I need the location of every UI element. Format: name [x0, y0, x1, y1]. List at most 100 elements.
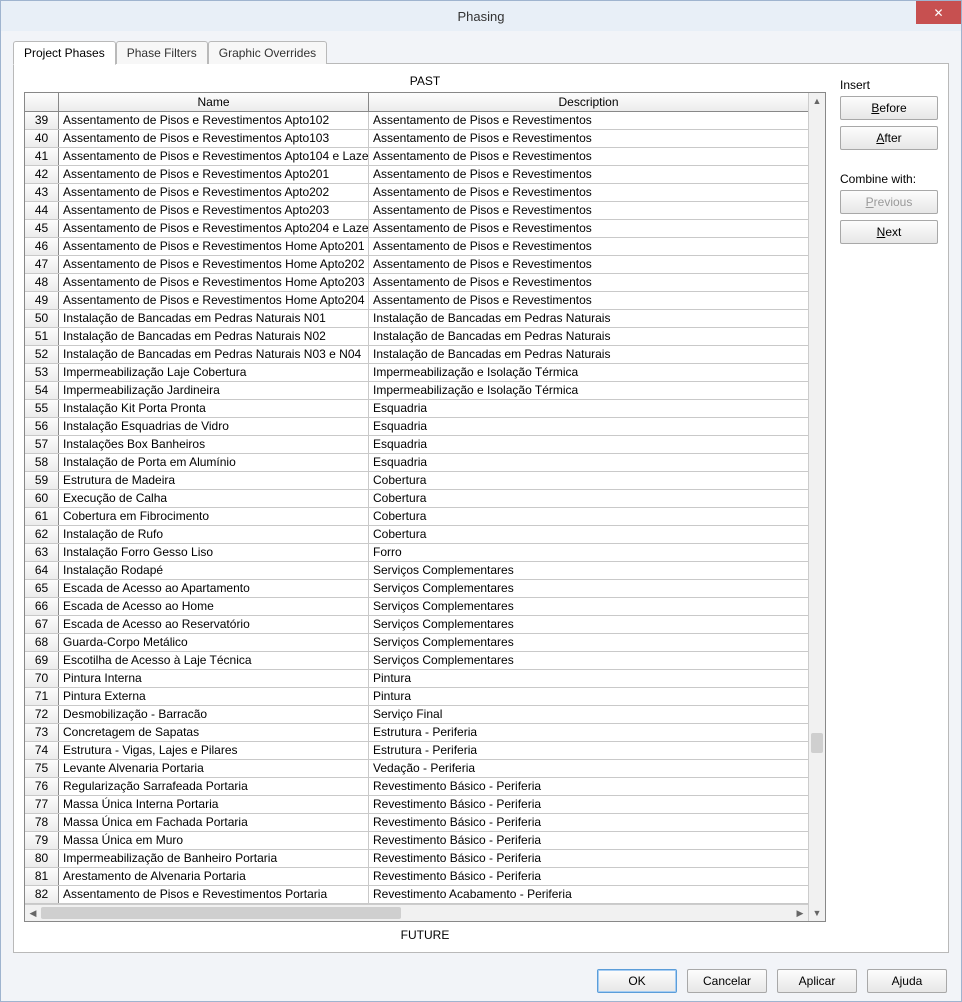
table-row[interactable]: 48Assentamento de Pisos e Revestimentos …	[25, 274, 808, 292]
row-number[interactable]: 75	[25, 760, 59, 777]
row-number[interactable]: 73	[25, 724, 59, 741]
table-row[interactable]: 77Massa Única Interna PortariaRevestimen…	[25, 796, 808, 814]
row-number[interactable]: 56	[25, 418, 59, 435]
row-number[interactable]: 69	[25, 652, 59, 669]
phase-desc-cell[interactable]: Assentamento de Pisos e Revestimentos	[369, 130, 808, 147]
phase-desc-cell[interactable]: Instalação de Bancadas em Pedras Naturai…	[369, 328, 808, 345]
phase-desc-cell[interactable]: Esquadria	[369, 418, 808, 435]
table-row[interactable]: 72Desmobilização - BarracãoServiço Final	[25, 706, 808, 724]
row-number[interactable]: 65	[25, 580, 59, 597]
table-row[interactable]: 69Escotilha de Acesso à Laje TécnicaServ…	[25, 652, 808, 670]
table-row[interactable]: 76Regularização Sarrafeada PortariaReves…	[25, 778, 808, 796]
phase-desc-cell[interactable]: Impermeabilização e Isolação Térmica	[369, 382, 808, 399]
phase-name-cell[interactable]: Estrutura de Madeira	[59, 472, 369, 489]
table-row[interactable]: 71Pintura ExternaPintura	[25, 688, 808, 706]
phase-desc-cell[interactable]: Assentamento de Pisos e Revestimentos	[369, 256, 808, 273]
phase-name-cell[interactable]: Assentamento de Pisos e Revestimentos Ap…	[59, 220, 369, 237]
table-row[interactable]: 54Impermeabilização JardineiraImpermeabi…	[25, 382, 808, 400]
row-number[interactable]: 60	[25, 490, 59, 507]
phase-desc-cell[interactable]: Assentamento de Pisos e Revestimentos	[369, 184, 808, 201]
phase-name-cell[interactable]: Assentamento de Pisos e Revestimentos Po…	[59, 886, 369, 903]
before-button[interactable]: Before	[840, 96, 938, 120]
next-button[interactable]: Next	[840, 220, 938, 244]
table-row[interactable]: 64Instalação RodapéServiços Complementar…	[25, 562, 808, 580]
table-row[interactable]: 57Instalações Box BanheirosEsquadria	[25, 436, 808, 454]
phase-name-cell[interactable]: Desmobilização - Barracão	[59, 706, 369, 723]
phase-desc-cell[interactable]: Esquadria	[369, 400, 808, 417]
after-button[interactable]: After	[840, 126, 938, 150]
phase-name-cell[interactable]: Instalação Rodapé	[59, 562, 369, 579]
phase-desc-cell[interactable]: Esquadria	[369, 454, 808, 471]
phase-desc-cell[interactable]: Serviços Complementares	[369, 652, 808, 669]
row-number[interactable]: 39	[25, 112, 59, 129]
grid-body[interactable]: 39 Assentamento de Pisos e Revestimentos …	[25, 112, 808, 904]
row-number[interactable]: 54	[25, 382, 59, 399]
close-button[interactable]: ✕	[916, 1, 961, 24]
phase-desc-cell[interactable]: Serviço Final	[369, 706, 808, 723]
phase-desc-cell[interactable]: Esquadria	[369, 436, 808, 453]
table-row[interactable]: 55Instalação Kit Porta ProntaEsquadria	[25, 400, 808, 418]
phase-desc-cell[interactable]: Estrutura - Periferia	[369, 724, 808, 741]
phase-desc-cell[interactable]: Serviços Complementares	[369, 598, 808, 615]
phase-name-cell[interactable]: Instalação Forro Gesso Liso	[59, 544, 369, 561]
row-number[interactable]: 78	[25, 814, 59, 831]
phase-name-cell[interactable]: Escada de Acesso ao Reservatório	[59, 616, 369, 633]
phase-name-cell[interactable]: Massa Única Interna Portaria	[59, 796, 369, 813]
phase-name-cell[interactable]: Impermeabilização Jardineira	[59, 382, 369, 399]
table-row[interactable]: 53Impermeabilização Laje CoberturaImperm…	[25, 364, 808, 382]
table-row[interactable]: 66Escada de Acesso ao HomeServiços Compl…	[25, 598, 808, 616]
row-number[interactable]: 64	[25, 562, 59, 579]
table-row[interactable]: 49Assentamento de Pisos e Revestimentos …	[25, 292, 808, 310]
phase-desc-cell[interactable]: Assentamento de Pisos e Revestimentos	[369, 220, 808, 237]
row-number[interactable]: 76	[25, 778, 59, 795]
row-number[interactable]: 53	[25, 364, 59, 381]
row-number[interactable]: 57	[25, 436, 59, 453]
hscroll-thumb[interactable]	[41, 907, 401, 919]
phase-name-cell[interactable]: Instalações Box Banheiros	[59, 436, 369, 453]
phase-name-cell[interactable]: Pintura Externa	[59, 688, 369, 705]
help-button[interactable]: Ajuda	[867, 969, 947, 993]
table-row[interactable]: 70Pintura InternaPintura	[25, 670, 808, 688]
table-row[interactable]: 46Assentamento de Pisos e Revestimentos …	[25, 238, 808, 256]
col-header-num[interactable]	[25, 93, 59, 111]
phase-desc-cell[interactable]: Impermeabilização e Isolação Térmica	[369, 364, 808, 381]
phase-desc-cell[interactable]: Revestimento Básico - Periferia	[369, 778, 808, 795]
table-row[interactable]: 56Instalação Esquadrias de VidroEsquadri…	[25, 418, 808, 436]
phase-name-cell[interactable]: Massa Única em Fachada Portaria	[59, 814, 369, 831]
phase-name-cell[interactable]: Regularização Sarrafeada Portaria	[59, 778, 369, 795]
phase-desc-cell[interactable]: Revestimento Básico - Periferia	[369, 832, 808, 849]
phase-name-cell[interactable]: Assentamento de Pisos e Revestimentos Ap…	[59, 202, 369, 219]
row-number[interactable]: 47	[25, 256, 59, 273]
table-row[interactable]: 74Estrutura - Vigas, Lajes e PilaresEstr…	[25, 742, 808, 760]
table-row[interactable]: 45Assentamento de Pisos e Revestimentos …	[25, 220, 808, 238]
phase-name-cell[interactable]: Arestamento de Alvenaria Portaria	[59, 868, 369, 885]
phase-name-cell[interactable]: Concretagem de Sapatas	[59, 724, 369, 741]
phase-desc-cell[interactable]: Revestimento Básico - Periferia	[369, 796, 808, 813]
phase-desc-cell[interactable]: Assentamento de Pisos e Revestimentos	[369, 292, 808, 309]
phase-name-cell[interactable]: Levante Alvenaria Portaria	[59, 760, 369, 777]
phase-desc-cell[interactable]: Assentamento de Pisos e Revestimentos	[369, 202, 808, 219]
row-number[interactable]: 45	[25, 220, 59, 237]
phase-name-cell[interactable]: Instalação de Bancadas em Pedras Naturai…	[59, 346, 369, 363]
phase-desc-cell[interactable]: Pintura	[369, 670, 808, 687]
row-number[interactable]: 62	[25, 526, 59, 543]
phase-desc-cell[interactable]: Serviços Complementares	[369, 580, 808, 597]
phase-name-cell[interactable]: Massa Única em Muro	[59, 832, 369, 849]
table-row[interactable]: 58Instalação de Porta em AlumínioEsquadr…	[25, 454, 808, 472]
phase-name-cell[interactable]: Escada de Acesso ao Home	[59, 598, 369, 615]
phase-name-cell[interactable]: Cobertura em Fibrocimento	[59, 508, 369, 525]
col-header-desc[interactable]: Description	[369, 93, 808, 111]
phase-name-cell[interactable]: Assentamento de Pisos e Revestimentos Ho…	[59, 256, 369, 273]
row-number[interactable]: 46	[25, 238, 59, 255]
phase-desc-cell[interactable]: Cobertura	[369, 490, 808, 507]
phase-name-cell[interactable]: Instalação de Porta em Alumínio	[59, 454, 369, 471]
phase-name-cell[interactable]: Assentamento de Pisos e Revestimentos Ap…	[59, 148, 369, 165]
row-number[interactable]: 71	[25, 688, 59, 705]
phase-desc-cell[interactable]: Instalação de Bancadas em Pedras Naturai…	[369, 346, 808, 363]
table-row[interactable]: 79Massa Única em MuroRevestimento Básico…	[25, 832, 808, 850]
ok-button[interactable]: OK	[597, 969, 677, 993]
phase-name-cell[interactable]: Assentamento de Pisos e Revestimentos Ho…	[59, 292, 369, 309]
phase-name-cell[interactable]: Pintura Interna	[59, 670, 369, 687]
row-number[interactable]: 61	[25, 508, 59, 525]
phase-name-cell[interactable]: Impermeabilização de Banheiro Portaria	[59, 850, 369, 867]
